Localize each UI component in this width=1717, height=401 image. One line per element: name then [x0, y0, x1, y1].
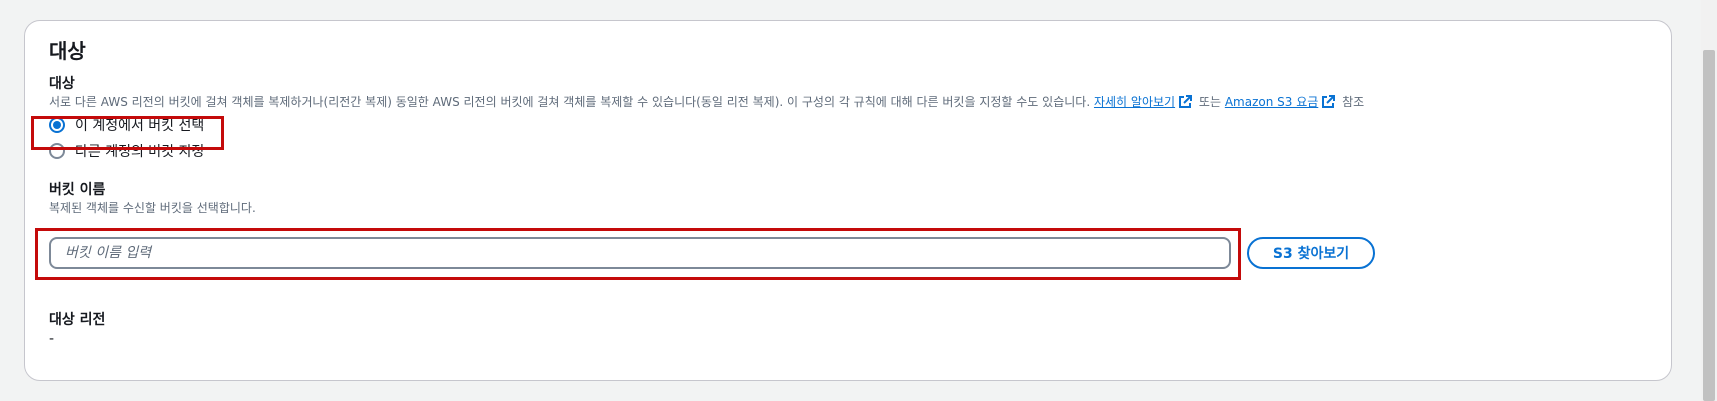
destination-description-text: 서로 다른 AWS 리전의 버킷에 걸쳐 객체를 복제하거나(리전간 복제) 동…	[49, 95, 1091, 109]
destination-description: 서로 다른 AWS 리전의 버킷에 걸쳐 객체를 복제하거나(리전간 복제) 동…	[49, 93, 1364, 112]
or-text: 또는	[1198, 95, 1221, 109]
radio-checked-icon	[49, 117, 65, 133]
destination-region-label: 대상 리전	[49, 312, 106, 328]
radio-choose-bucket-label: 이 계정에서 버킷 선택	[75, 118, 205, 134]
destination-label: 대상	[49, 76, 75, 92]
bucket-name-input[interactable]	[49, 237, 1231, 269]
learn-more-link[interactable]: 자세히 알아보기	[1094, 95, 1195, 109]
external-link-icon	[1178, 95, 1193, 112]
destination-panel: 대상 대상 서로 다른 AWS 리전의 버킷에 걸쳐 객체를 복제하거나(리전간…	[24, 20, 1672, 381]
see-text: 참조	[1342, 95, 1365, 109]
scrollbar[interactable]	[1701, 0, 1717, 401]
radio-specify-bucket-other-account[interactable]: 다른 계정의 버킷 지정	[49, 141, 204, 161]
scrollbar-thumb[interactable]	[1703, 50, 1715, 401]
bucket-name-description: 복제된 객체를 수신할 버킷을 선택합니다.	[49, 201, 256, 215]
bucket-name-label: 버킷 이름	[49, 182, 106, 198]
pricing-link[interactable]: Amazon S3 요금	[1225, 95, 1338, 109]
destination-region-value: -	[49, 331, 55, 347]
external-link-icon	[1321, 95, 1336, 112]
panel-title: 대상	[49, 39, 86, 63]
radio-choose-bucket-this-account[interactable]: 이 계정에서 버킷 선택	[49, 115, 204, 135]
pricing-link-label: Amazon S3 요금	[1224, 95, 1319, 109]
learn-more-link-label: 자세히 알아보기	[1093, 95, 1176, 109]
browse-s3-button[interactable]: S3 찾아보기	[1247, 237, 1375, 269]
radio-specify-bucket-label: 다른 계정의 버킷 지정	[75, 144, 205, 160]
radio-unchecked-icon	[49, 143, 65, 159]
